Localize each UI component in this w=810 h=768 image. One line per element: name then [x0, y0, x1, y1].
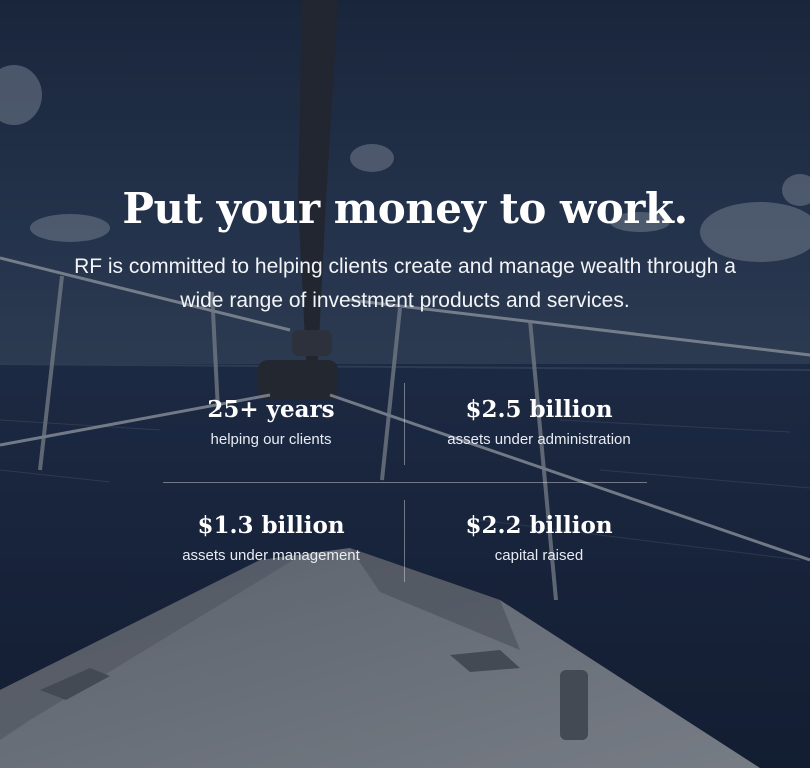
- hero-headline: Put your money to work.: [122, 184, 688, 233]
- stat-value: 25+ years: [207, 396, 335, 423]
- vertical-divider: [404, 383, 405, 465]
- stat-value: $2.5 billion: [465, 396, 613, 423]
- hero-section: Put your money to work. RF is committed …: [0, 0, 810, 768]
- stat-assets-under-administration: $2.5 billion assets under administration: [419, 395, 659, 450]
- horizontal-divider: [163, 482, 647, 483]
- stats-grid: 25+ years helping our clients $2.5 billi…: [163, 383, 647, 583]
- stat-label: helping our clients: [210, 431, 332, 448]
- stat-value: $2.2 billion: [465, 512, 613, 539]
- stat-assets-under-management: $1.3 billion assets under management: [151, 511, 391, 566]
- vertical-divider: [404, 500, 405, 582]
- stat-label: assets under management: [182, 547, 360, 564]
- stat-capital-raised: $2.2 billion capital raised: [419, 511, 659, 566]
- stat-years: 25+ years helping our clients: [151, 395, 391, 450]
- stat-label: capital raised: [494, 547, 584, 564]
- hero-subheadline: RF is committed to helping clients creat…: [74, 255, 736, 312]
- stat-value: $1.3 billion: [197, 512, 345, 539]
- stat-label: assets under administration: [447, 431, 631, 448]
